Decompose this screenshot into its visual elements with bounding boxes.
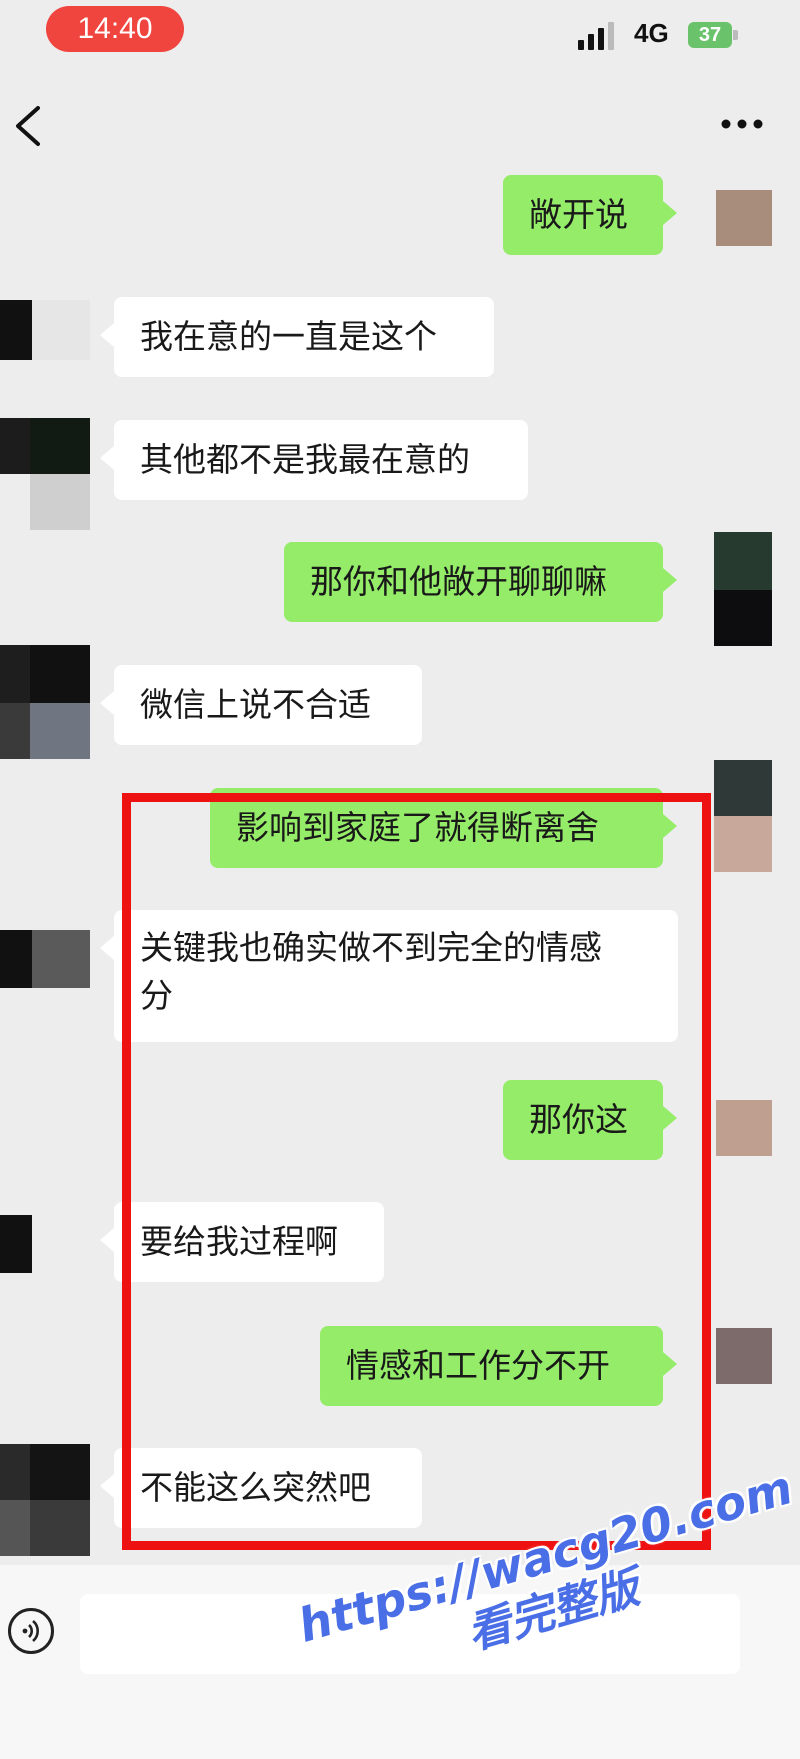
avatar-self[interactable] xyxy=(716,1100,772,1156)
message-bubble-sent[interactable]: 那你和他敞开聊聊嘛 xyxy=(284,542,677,622)
message-bubble-sent[interactable]: 情感和工作分不开 xyxy=(320,1326,677,1406)
avatar-other[interactable] xyxy=(0,300,90,360)
network-type: 4G xyxy=(634,18,669,48)
message-bubble-received[interactable]: 关键我也确实做不到完全的情感 分 xyxy=(100,910,678,1042)
message-bubble-received[interactable]: 不能这么突然吧 xyxy=(100,1448,422,1528)
avatar-other[interactable] xyxy=(0,418,90,530)
avatar-self[interactable] xyxy=(714,532,772,646)
message-bubble-sent[interactable]: 敞开说 xyxy=(503,175,677,255)
avatar-other[interactable] xyxy=(0,1215,32,1273)
message-bubble-received[interactable]: 微信上说不合适 xyxy=(100,665,422,745)
chevron-left-icon[interactable] xyxy=(10,104,46,148)
avatar-other[interactable] xyxy=(0,1444,90,1556)
avatar-other[interactable] xyxy=(0,930,90,988)
voice-icon[interactable] xyxy=(8,1608,54,1654)
message-bubble-sent[interactable]: 影响到家庭了就得断离舍 xyxy=(210,788,677,868)
avatar-self[interactable] xyxy=(714,760,772,872)
signal-icon xyxy=(578,22,614,50)
message-bubble-received[interactable]: 其他都不是我最在意的 xyxy=(100,420,528,500)
battery-tip xyxy=(733,30,738,40)
message-bubble-sent[interactable]: 那你这 xyxy=(503,1080,677,1160)
avatar-other[interactable] xyxy=(0,645,90,759)
avatar-self[interactable] xyxy=(716,190,772,246)
avatar-self[interactable] xyxy=(716,1328,772,1384)
message-bubble-received[interactable]: 要给我过程啊 xyxy=(100,1202,384,1282)
battery-icon: 37 xyxy=(688,22,732,48)
message-text-line: 分 xyxy=(140,976,173,1015)
status-time: 14:40 xyxy=(46,6,184,52)
more-dots-icon[interactable] xyxy=(718,114,766,134)
message-text-line: 关键我也确实做不到完全的情感 xyxy=(140,928,602,967)
highlight-box xyxy=(122,793,711,1550)
message-bubble-received[interactable]: 我在意的一直是这个 xyxy=(100,297,494,377)
